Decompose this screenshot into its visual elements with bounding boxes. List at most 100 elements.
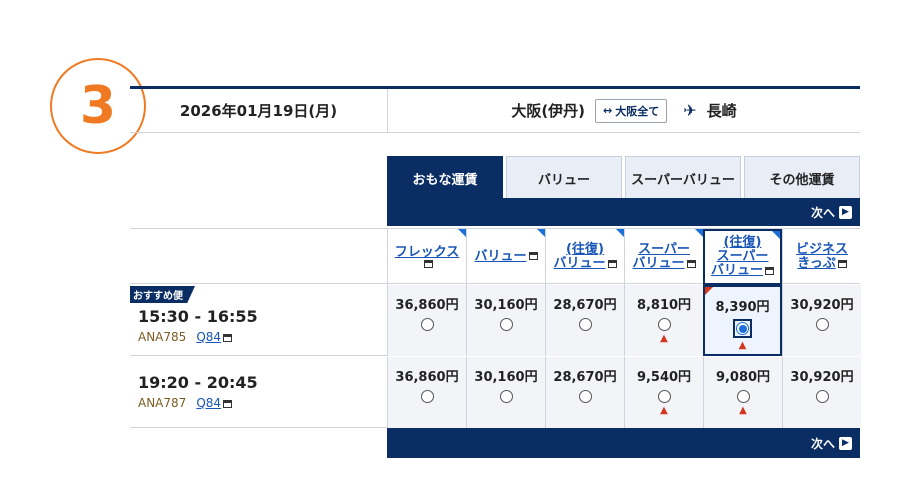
fare-column-headers: フレックス バリュー (往復) バリュー スーパー バリュー (往復) スーパー… [130,228,861,285]
fare-cell-selected[interactable]: 8,390円 ▲ [703,285,782,356]
corner-mark-icon [616,229,624,237]
tab-value[interactable]: バリュー [506,156,622,199]
fare-radio[interactable] [815,318,829,331]
corner-mark-icon [705,287,713,295]
next-arrow-icon: ▶ [839,436,852,450]
fare-price: 9,540円 [636,370,692,385]
aircraft-type-link[interactable]: Q84 [196,330,221,344]
flight-info: おすすめ便 15:30 - 16:55 ANA785 Q84 [130,285,387,356]
flight-number: ANA785 [138,330,187,344]
fare-cell[interactable]: 30,160円 [466,285,545,356]
corner-mark-icon [458,229,466,237]
fare-cell[interactable]: 8,810円 ▲ [624,285,703,356]
info-doc-icon [528,252,538,261]
fare-cell[interactable]: 28,670円 [545,285,624,356]
fare-radio[interactable] [420,390,434,403]
corner-mark-icon [695,229,703,237]
fare-tabs: おもな運賃 バリュー スーパーバリュー その他運賃 [387,156,860,199]
fare-radio-selected[interactable] [736,322,749,335]
column-label-2: バリュー [632,256,685,271]
flight-number-line: ANA785 Q84 [138,330,233,344]
fare-radio[interactable] [657,390,671,403]
column-label: バリュー [474,248,527,264]
info-doc-icon [607,259,617,268]
column-business-ticket[interactable]: ビジネス きっぷ [782,229,861,285]
fare-radio[interactable] [657,318,671,331]
fare-price: 28,670円 [553,298,617,313]
flight-info: 19:20 - 20:45 ANA787 Q84 [130,357,387,428]
fare-cell[interactable]: 36,860円 [387,357,466,428]
fare-price: 30,920円 [790,298,854,313]
few-seats-warning-icon: ▲ [660,333,668,344]
next-label: 次へ [810,205,835,220]
next-label: 次へ [810,436,835,451]
fare-price: 8,810円 [636,298,692,313]
column-flex[interactable]: フレックス [387,229,466,285]
fare-cell[interactable]: 9,080円 ▲ [703,357,782,428]
fare-radio[interactable] [578,390,592,403]
bottom-nav-bar: 次へ ▶ [387,428,860,458]
switch-origin-label: 大阪全て [615,104,660,118]
tab-super-value[interactable]: スーパーバリュー [625,156,741,199]
column-super-value[interactable]: スーパー バリュー [624,229,703,285]
fare-radio[interactable] [815,390,829,403]
flight-time: 19:20 - 20:45 [138,373,258,392]
fare-radio[interactable] [420,318,434,331]
fare-cell[interactable]: 9,540円 ▲ [624,357,703,428]
swap-icon: ↔ [603,104,613,117]
fare-price: 36,860円 [395,298,459,313]
column-label: (往復) [566,241,604,257]
column-label: ビジネス [795,241,848,257]
fare-cell[interactable]: 36,860円 [387,285,466,356]
tab-main-fares[interactable]: おもな運賃 [387,156,503,199]
next-button-bottom[interactable]: 次へ ▶ [811,435,852,452]
fare-price: 36,860円 [395,370,459,385]
column-label: (往復) [723,234,762,250]
info-doc-icon [223,399,233,408]
flight-row: おすすめ便 15:30 - 16:55 ANA785 Q84 36,860円 30… [130,285,861,356]
flight-row: 19:20 - 20:45 ANA787 Q84 36,860円 30,160円 … [130,357,861,428]
switch-origin-button[interactable]: ↔ 大阪全て [595,98,668,123]
airplane-icon: ✈ [683,101,697,120]
fare-price: 28,670円 [553,370,617,385]
fare-cell[interactable]: 30,920円 [782,285,861,356]
column-label-2: バリュー [553,256,606,271]
aircraft-type-link[interactable]: Q84 [196,396,221,410]
recommended-badge: おすすめ便 [130,286,195,303]
fare-radio[interactable] [578,318,592,331]
column-label-3: バリュー [710,263,763,279]
column-label: フレックス [394,244,460,260]
fare-radio[interactable] [499,390,513,403]
fare-price: 8,390円 [715,300,770,315]
column-label-2: きっぷ [797,256,836,271]
destination-airport: 長崎 [706,102,737,120]
flight-number: ANA787 [138,396,187,410]
column-value[interactable]: バリュー [466,229,545,285]
route-info: 大阪(伊丹) ↔ 大阪全て ✈ 長崎 [387,89,860,132]
info-doc-icon [837,259,847,268]
next-button-top[interactable]: 次へ ▶ [811,204,852,221]
tab-other-fares[interactable]: その他運賃 [744,156,860,199]
fare-price: 30,160円 [474,298,538,313]
fare-radio[interactable] [736,390,750,403]
info-doc-icon [223,333,233,342]
column-roundtrip-value[interactable]: (往復) バリュー [545,229,624,285]
few-seats-warning-icon: ▲ [738,340,747,351]
radio-focus-box [733,319,752,338]
header-divider [130,132,860,133]
column-label-2: スーパー [716,248,769,264]
fare-radio[interactable] [499,318,513,331]
fare-cell[interactable]: 30,160円 [466,357,545,428]
info-doc-icon [765,266,774,275]
flight-time: 15:30 - 16:55 [138,307,258,326]
top-nav-bar: 次へ ▶ [387,198,860,226]
column-label: スーパー [638,241,690,257]
next-arrow-icon: ▶ [839,205,852,219]
origin-airport: 大阪(伊丹) [511,102,586,120]
flight-date: 2026年01月19日(月) [179,102,338,120]
fare-cell[interactable]: 30,920円 [782,357,861,428]
few-seats-warning-icon: ▲ [739,405,747,416]
column-roundtrip-super-value[interactable]: (往復) スーパー バリュー [703,229,782,285]
info-doc-icon [686,259,696,268]
fare-cell[interactable]: 28,670円 [545,357,624,428]
